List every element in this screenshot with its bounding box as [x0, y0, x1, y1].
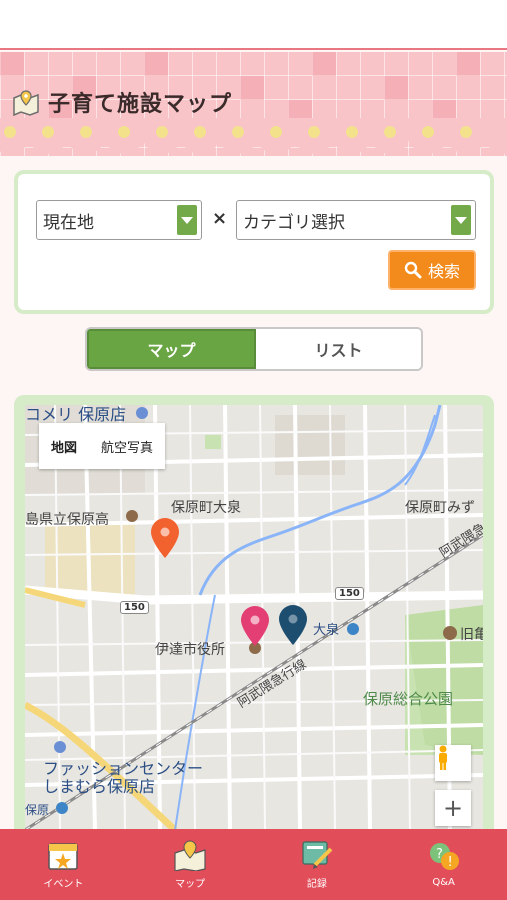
nav-label-record: 記録 [306, 879, 327, 890]
category-select-value: カテゴリ選択 [243, 212, 345, 233]
header-title-row: 子育て施設マップ [12, 86, 232, 118]
map-label-oizumi-station: 大泉 [313, 623, 340, 638]
times-symbol: × [212, 208, 228, 229]
search-button[interactable]: 検索 [388, 250, 476, 290]
nav-item-map[interactable]: マップ [127, 829, 254, 900]
map-icon [13, 90, 39, 116]
calendar-star-icon [48, 843, 79, 870]
pegman-icon [439, 745, 447, 770]
nav-item-qa[interactable]: ? ! Q&A [380, 829, 507, 900]
map-type-map[interactable]: 地図 [39, 437, 89, 456]
nav-label-event: イベント [43, 879, 84, 890]
map-label-hobara-park: 保原総合公園 [363, 690, 454, 708]
route-150-left: 150 [120, 601, 149, 614]
page-title: 子育て施設マップ [48, 92, 233, 117]
nav-label-map: マップ [175, 879, 206, 890]
svg-text:!: ! [447, 855, 452, 870]
search-icon [404, 261, 422, 279]
map-label-date-city-hall: 伊達市役所 [155, 642, 225, 658]
map-pin-icon [174, 840, 206, 871]
location-select[interactable]: 現在地 [36, 200, 202, 240]
header-scallop [0, 118, 507, 158]
tab-list-label: リスト [314, 341, 363, 360]
map-pin-pink[interactable] [240, 605, 270, 647]
map-pin-navy[interactable] [278, 604, 308, 646]
route-150-right: 150 [335, 587, 364, 600]
search-panel: 現在地 × カテゴリ選択 検索 [14, 170, 494, 314]
map-view[interactable]: 地図 航空写真 コメリ 保原店 島県立保原高 保原町大泉 保原町みず 阿武隈急 … [25, 405, 483, 830]
nav-label-qa: Q&A [432, 877, 455, 888]
qa-icon: ? ! [429, 843, 459, 870]
map-label-school: 島県立保原高 [25, 512, 109, 528]
chevron-down-icon [451, 205, 471, 235]
map-type-satellite[interactable]: 航空写真 [89, 437, 165, 456]
map-label-shimamura: しまむら保原店 [43, 777, 156, 796]
tab-list[interactable]: リスト [256, 329, 421, 369]
nav-item-record[interactable]: 記録 [254, 829, 381, 900]
tab-map-label: マップ [147, 341, 196, 360]
view-tabs: マップ リスト [85, 327, 423, 371]
map-type-control: 地図 航空写真 [39, 423, 166, 469]
street-view-pegman[interactable] [435, 745, 471, 781]
map-label-hobara-mizu: 保原町みず [405, 500, 475, 516]
chevron-down-icon [177, 205, 197, 235]
location-select-value: 現在地 [43, 212, 94, 233]
map-label-komeri: コメリ 保原店 [25, 405, 127, 424]
map-label-hobara-oizumi: 保原町大泉 [171, 500, 241, 516]
status-bar [0, 0, 507, 50]
zoom-in-button[interactable]: + [435, 790, 471, 826]
notebook-pencil-icon [302, 841, 333, 869]
search-button-label: 検索 [427, 262, 460, 281]
tab-map[interactable]: マップ [87, 329, 256, 369]
map-label-kyu: 旧亀 [460, 627, 483, 643]
category-select[interactable]: カテゴリ選択 [236, 200, 476, 240]
map-pin-orange[interactable] [150, 517, 180, 559]
bottom-nav: イベント マップ 記録 ? ! Q&A [0, 829, 507, 900]
map-label-hobara: 保原 [25, 803, 50, 817]
nav-item-event[interactable]: イベント [0, 829, 127, 900]
